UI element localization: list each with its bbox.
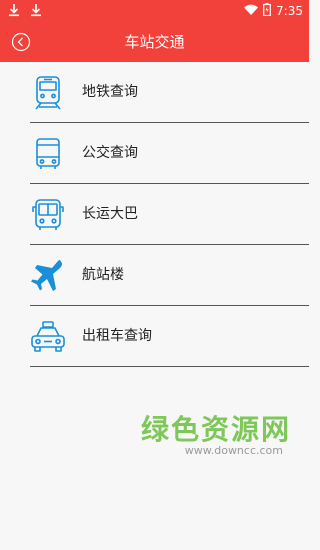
menu-item-label: 地铁查询 bbox=[82, 84, 138, 100]
subway-icon bbox=[28, 74, 68, 112]
watermark-logo: 绿色资源网 bbox=[140, 413, 291, 446]
menu-item-label: 航站楼 bbox=[82, 267, 124, 283]
wifi-icon bbox=[244, 4, 259, 19]
bus-icon bbox=[28, 135, 68, 173]
menu-item-taxi[interactable]: 出租车查询 bbox=[0, 306, 309, 367]
page-title: 车站交通 bbox=[124, 33, 185, 51]
watermark-url: www.downcc.com bbox=[184, 444, 283, 457]
coach-bus-icon bbox=[28, 196, 68, 234]
airplane-icon bbox=[28, 257, 68, 295]
app-bar: 车站交通 bbox=[0, 22, 309, 62]
menu-item-bus[interactable]: 公交查询 bbox=[0, 123, 309, 184]
divider bbox=[30, 366, 309, 367]
battery-icon bbox=[263, 3, 271, 19]
menu-item-label: 长运大巴 bbox=[82, 206, 138, 222]
taxi-icon bbox=[28, 318, 68, 356]
menu-item-coach-bus[interactable]: 长运大巴 bbox=[0, 184, 309, 245]
download-icon bbox=[8, 2, 20, 21]
menu-item-subway[interactable]: 地铁查询 bbox=[0, 62, 309, 123]
clock-time: 7:35 bbox=[276, 4, 303, 18]
status-bar: 7:35 bbox=[0, 0, 309, 22]
menu-item-label: 公交查询 bbox=[82, 145, 138, 161]
menu-item-terminal[interactable]: 航站楼 bbox=[0, 245, 309, 306]
transport-menu: 地铁查询 公交查询 长运大巴 航站楼 出租车查询 bbox=[0, 62, 309, 367]
download-icon bbox=[30, 2, 42, 21]
menu-item-label: 出租车查询 bbox=[82, 328, 152, 344]
